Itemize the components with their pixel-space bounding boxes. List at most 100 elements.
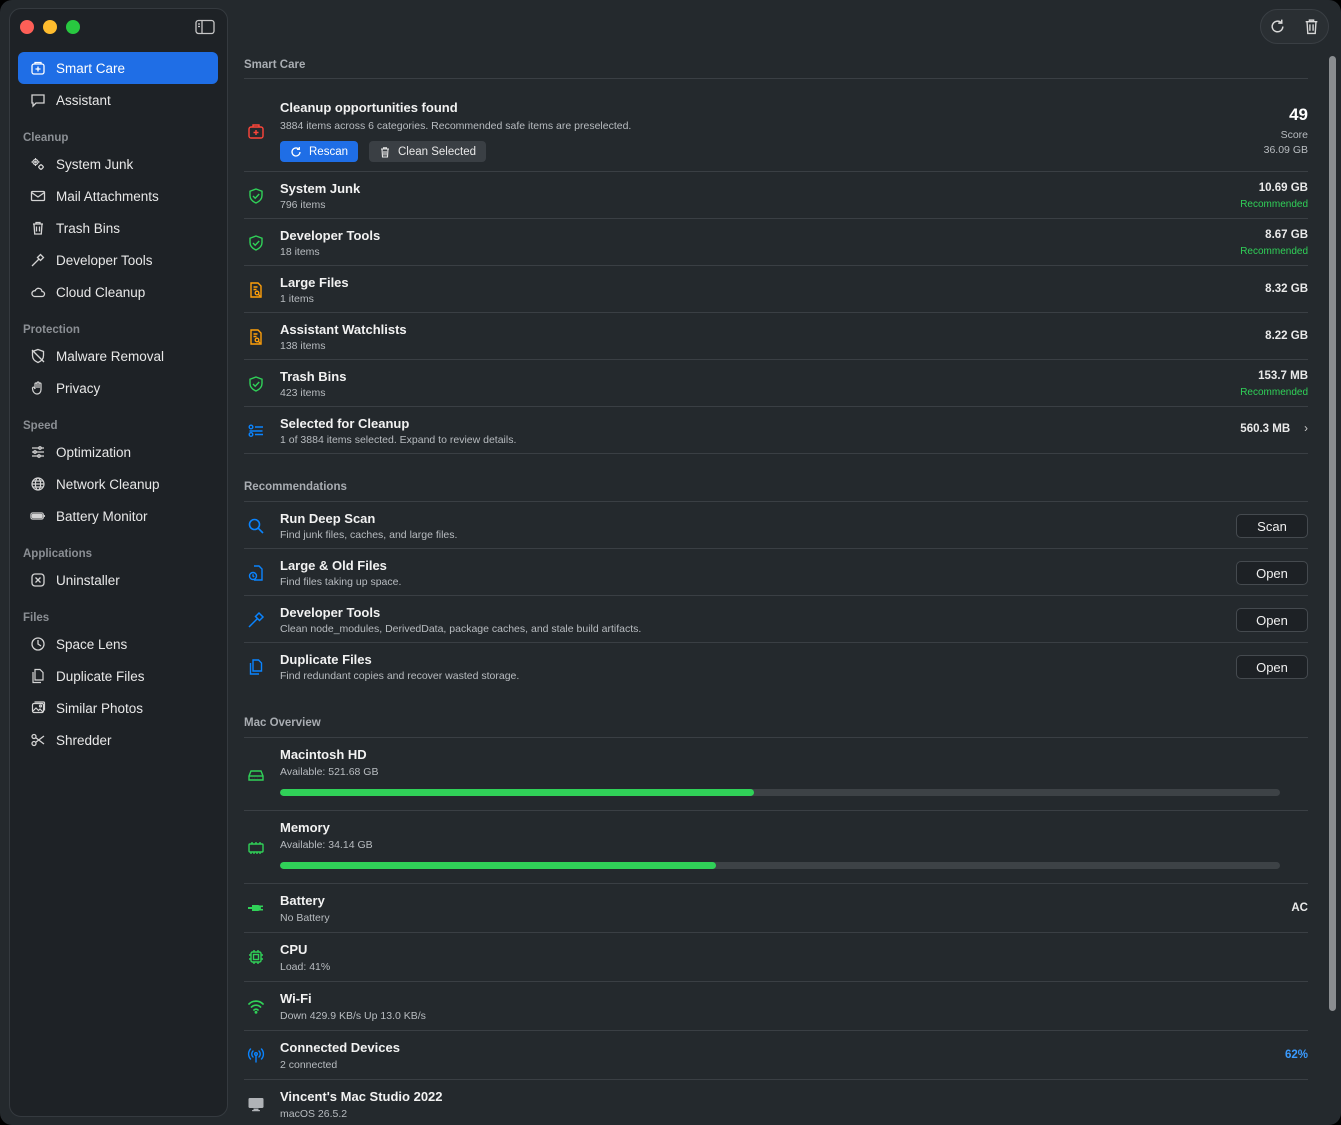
sidebar-item-shredder[interactable]: Shredder bbox=[18, 724, 218, 756]
sidebar-item-malware-removal[interactable]: Malware Removal bbox=[18, 340, 218, 372]
sidebar-item-label: System Junk bbox=[56, 156, 134, 172]
category-row-large-files[interactable]: Large Files 1 items 8.32 GB bbox=[244, 266, 1308, 313]
close-window-button[interactable] bbox=[20, 20, 34, 34]
category-row-system-junk[interactable]: System Junk 796 items 10.69 GB Recommende… bbox=[244, 172, 1308, 219]
recommended-badge: Recommended bbox=[1240, 246, 1308, 257]
shield-slash-icon bbox=[29, 348, 46, 365]
clean-selected-label: Clean Selected bbox=[398, 145, 476, 158]
overview-row-mac: Vincent's Mac Studio 2022 macOS 26.5.2 bbox=[244, 1080, 1308, 1125]
sidebar-item-trash-bins[interactable]: Trash Bins bbox=[18, 212, 218, 244]
doc-search-icon bbox=[246, 280, 266, 300]
sidebar-item-similar-photos[interactable]: Similar Photos bbox=[18, 692, 218, 724]
recommendation-subtitle: Clean node_modules, DerivedData, package… bbox=[280, 623, 642, 635]
sidebar-item-space-lens[interactable]: Space Lens bbox=[18, 628, 218, 660]
minimize-window-button[interactable] bbox=[43, 20, 57, 34]
category-row-assistant-watchlists[interactable]: Assistant Watchlists 138 items 8.22 GB bbox=[244, 313, 1308, 360]
cleanup-summary-card: Cleanup opportunities found 3884 items a… bbox=[244, 79, 1308, 172]
open-duplicate-files-button[interactable]: Open bbox=[1236, 655, 1308, 679]
clean-selected-button[interactable]: Clean Selected bbox=[369, 141, 486, 162]
wifi-throughput: Down 429.9 KB/s Up 13.0 KB/s bbox=[280, 1010, 426, 1022]
recommendation-title: Large & Old Files bbox=[280, 558, 387, 573]
sidebar-item-privacy[interactable]: Privacy bbox=[18, 372, 218, 404]
open-large-files-button[interactable]: Open bbox=[1236, 561, 1308, 585]
category-title: Developer Tools bbox=[280, 228, 381, 243]
cleanup-kit-icon bbox=[246, 121, 266, 141]
battery-title: Battery bbox=[280, 893, 325, 908]
section-label-files: Files bbox=[23, 612, 50, 624]
memory-chip-icon bbox=[246, 838, 266, 858]
refresh-button[interactable] bbox=[1261, 10, 1295, 43]
disk-title: Macintosh HD bbox=[280, 747, 367, 762]
rescan-button[interactable]: Rescan bbox=[280, 141, 358, 162]
main-content: Smart Care Cleanup opportunities found 3… bbox=[228, 0, 1341, 1125]
sidebar-item-network-cleanup[interactable]: Network Cleanup bbox=[18, 468, 218, 500]
sidebar-item-mail-attachments[interactable]: Mail Attachments bbox=[18, 180, 218, 212]
recommendation-title: Run Deep Scan bbox=[280, 511, 376, 526]
category-count: 1 items bbox=[280, 293, 314, 305]
chat-bubble-icon bbox=[29, 92, 46, 109]
sidebar-toggle-icon[interactable] bbox=[195, 19, 215, 35]
sidebar-item-system-junk[interactable]: System Junk bbox=[18, 148, 218, 180]
open-developer-tools-button[interactable]: Open bbox=[1236, 608, 1308, 632]
recommendation-subtitle: Find files taking up space. bbox=[280, 576, 402, 588]
sidebar-item-label: Trash Bins bbox=[56, 220, 121, 236]
sidebar-item-label: Shredder bbox=[56, 732, 112, 748]
pie-clock-icon bbox=[29, 636, 46, 653]
vertical-scrollbar[interactable] bbox=[1329, 56, 1336, 1011]
memory-usage-fill bbox=[280, 862, 716, 869]
sidebar-item-assistant[interactable]: Assistant bbox=[18, 84, 218, 116]
selected-size: 560.3 MB bbox=[1240, 423, 1291, 435]
sidebar-item-smart-care[interactable]: Smart Care bbox=[18, 52, 218, 84]
category-title: Assistant Watchlists bbox=[280, 322, 407, 337]
category-size: 153.7 MB bbox=[1258, 370, 1308, 382]
sliders-icon bbox=[29, 444, 46, 461]
chevron-right-icon[interactable]: › bbox=[1304, 423, 1308, 435]
sidebar-nav: Smart Care Assistant Cleanup System Junk… bbox=[18, 52, 218, 756]
sidebar-item-label: Malware Removal bbox=[56, 348, 165, 364]
section-label-speed: Speed bbox=[23, 420, 58, 432]
disk-available: Available: 521.68 GB bbox=[280, 766, 379, 778]
magnifier-icon bbox=[246, 516, 266, 536]
sidebar-item-duplicate-files[interactable]: Duplicate Files bbox=[18, 660, 218, 692]
mac-title: Vincent's Mac Studio 2022 bbox=[280, 1089, 443, 1104]
selected-subtitle: 1 of 3884 items selected. Expand to revi… bbox=[280, 434, 517, 446]
hammer-icon bbox=[246, 610, 266, 630]
sidebar-item-label: Similar Photos bbox=[56, 700, 144, 716]
score-value: 49 bbox=[1289, 105, 1308, 124]
shield-check-icon bbox=[246, 233, 266, 253]
sidebar-item-uninstaller[interactable]: Uninstaller bbox=[18, 564, 218, 596]
wifi-title: Wi-Fi bbox=[280, 991, 312, 1006]
refresh-icon bbox=[291, 146, 301, 157]
overview-row-wifi: Wi-Fi Down 429.9 KB/s Up 13.0 KB/s bbox=[244, 982, 1308, 1031]
zoom-window-button[interactable] bbox=[66, 20, 80, 34]
category-row-trash-bins[interactable]: Trash Bins 423 items 153.7 MB Recommended bbox=[244, 360, 1308, 407]
x-square-icon bbox=[29, 572, 46, 589]
window-controls bbox=[20, 20, 80, 34]
desktop-computer-icon bbox=[246, 1094, 266, 1114]
selected-for-cleanup-row[interactable]: Selected for Cleanup 1 of 3884 items sel… bbox=[244, 407, 1308, 454]
trash-button[interactable] bbox=[1295, 10, 1329, 43]
category-count: 138 items bbox=[280, 340, 326, 352]
overview-row-memory: Memory Available: 34.14 GB bbox=[244, 811, 1308, 884]
envelope-icon bbox=[29, 188, 46, 205]
antenna-icon bbox=[246, 1045, 266, 1065]
recommendation-row-deep-scan: Run Deep Scan Find junk files, caches, a… bbox=[244, 502, 1308, 549]
sidebar-item-developer-tools[interactable]: Developer Tools bbox=[18, 244, 218, 276]
hard-drive-icon bbox=[246, 765, 266, 785]
sidebar: Smart Care Assistant Cleanup System Junk… bbox=[9, 8, 228, 1117]
category-row-developer-tools[interactable]: Developer Tools 18 items 8.67 GB Recommen… bbox=[244, 219, 1308, 266]
app-window: Smart Care Assistant Cleanup System Junk… bbox=[0, 0, 1341, 1125]
recommendation-row-large-old-files: Large & Old Files Find files taking up s… bbox=[244, 549, 1308, 596]
sidebar-item-cloud-cleanup[interactable]: Cloud Cleanup bbox=[18, 276, 218, 308]
sidebar-item-optimization[interactable]: Optimization bbox=[18, 436, 218, 468]
sidebar-item-label: Cloud Cleanup bbox=[56, 284, 146, 300]
sidebar-item-label: Duplicate Files bbox=[56, 668, 145, 684]
sidebar-item-label: Developer Tools bbox=[56, 252, 153, 268]
sidebar-item-label: Space Lens bbox=[56, 636, 128, 652]
sidebar-item-battery-monitor[interactable]: Battery Monitor bbox=[18, 500, 218, 532]
hammer-icon bbox=[29, 252, 46, 269]
category-title: Large Files bbox=[280, 275, 349, 290]
section-heading-recommendations: Recommendations bbox=[244, 481, 347, 493]
checklist-icon bbox=[246, 421, 266, 441]
scan-button[interactable]: Scan bbox=[1236, 514, 1308, 538]
